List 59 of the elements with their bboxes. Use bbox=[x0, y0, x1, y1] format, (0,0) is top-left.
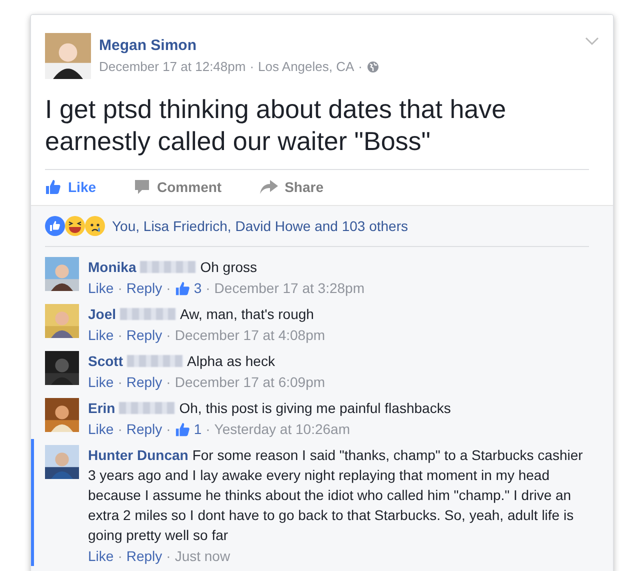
comment-time[interactable]: Just now bbox=[174, 548, 230, 564]
like-count-icon bbox=[174, 280, 190, 296]
like-icon bbox=[45, 179, 61, 195]
separator: · bbox=[166, 421, 171, 437]
laugh-reaction-icon bbox=[65, 216, 85, 236]
post-location[interactable]: Los Angeles, CA bbox=[258, 59, 354, 74]
like-link[interactable]: Like bbox=[88, 548, 114, 564]
commenter-name[interactable]: Scott bbox=[88, 353, 123, 369]
like-link[interactable]: Like bbox=[88, 280, 114, 296]
comment-time[interactable]: December 17 at 6:09pm bbox=[174, 374, 326, 390]
separator: · bbox=[118, 280, 122, 296]
separator: · bbox=[358, 59, 363, 74]
reply-link[interactable]: Reply bbox=[126, 280, 162, 296]
separator: · bbox=[118, 548, 122, 564]
separator: · bbox=[118, 327, 122, 343]
comment-time[interactable]: December 17 at 3:28pm bbox=[214, 280, 364, 296]
separator: · bbox=[166, 548, 171, 564]
like-button[interactable]: Like bbox=[45, 179, 96, 195]
comment-icon bbox=[134, 179, 150, 195]
like-count[interactable]: 1 bbox=[194, 421, 202, 437]
sad-reaction-icon bbox=[85, 216, 105, 236]
post-text: I get ptsd thinking about dates that have earnestly called our waiter "Boss" bbox=[45, 93, 508, 157]
separator: · bbox=[206, 280, 210, 296]
comment-text: Scott Alpha as heck bbox=[88, 352, 276, 371]
separator: · bbox=[206, 421, 210, 437]
reply-link[interactable]: Reply bbox=[126, 421, 162, 437]
reply-link[interactable]: Reply bbox=[126, 327, 162, 343]
separator: · bbox=[118, 421, 122, 437]
author-name[interactable]: Megan Simon bbox=[99, 37, 379, 54]
post-time[interactable]: December 17 at 12:48pm bbox=[99, 59, 246, 74]
reply-link[interactable]: Reply bbox=[126, 374, 162, 390]
reply-link[interactable]: Reply bbox=[126, 548, 162, 564]
separator: · bbox=[250, 59, 254, 74]
separator: · bbox=[166, 374, 171, 390]
share-button[interactable]: Share bbox=[260, 179, 324, 195]
separator: · bbox=[166, 327, 171, 343]
commenter-name[interactable]: Erin bbox=[88, 400, 116, 416]
commenter-name[interactable]: Hunter Duncan bbox=[88, 447, 188, 463]
comment-time[interactable]: December 17 at 4:08pm bbox=[174, 327, 326, 343]
globe-icon bbox=[366, 60, 379, 72]
commenter-name[interactable]: Joel bbox=[88, 306, 116, 322]
chevron-icon[interactable] bbox=[585, 37, 599, 46]
separator: · bbox=[118, 374, 122, 390]
like-count-icon bbox=[174, 422, 190, 436]
like-reaction-icon bbox=[45, 216, 65, 236]
comment-time[interactable]: Yesterday at 10:26am bbox=[214, 421, 350, 437]
separator: · bbox=[166, 280, 171, 296]
like-count[interactable]: 3 bbox=[194, 280, 202, 296]
comment-text: Monika Oh gross bbox=[88, 258, 258, 277]
comment-button[interactable]: Comment bbox=[134, 179, 222, 195]
like-link[interactable]: Like bbox=[88, 374, 114, 390]
share-icon bbox=[260, 180, 278, 194]
comment-text: Joel Aw, man, that's rough bbox=[88, 305, 315, 324]
comment-text: Hunter Duncan For some reason I said "thanks, champ" to a Starbucks cashier 3 years ago and I lay awake every night replaying that moment in my head because I assume he thinks about the idiot who called him "champ." I drive an extra 2 miles so I dont have to go back to that Starbucks. So, yeah, adult life is going pretty well so far bbox=[88, 446, 584, 545]
like-link[interactable]: Like bbox=[88, 421, 114, 437]
like-link[interactable]: Like bbox=[88, 327, 114, 343]
reactions-summary[interactable]: You, Lisa Friedrich, David Howe and 103 others bbox=[112, 218, 408, 234]
commenter-name[interactable]: Monika bbox=[88, 259, 136, 275]
comment-text: Erin Oh, this post is giving me painful flashbacks bbox=[88, 399, 452, 418]
